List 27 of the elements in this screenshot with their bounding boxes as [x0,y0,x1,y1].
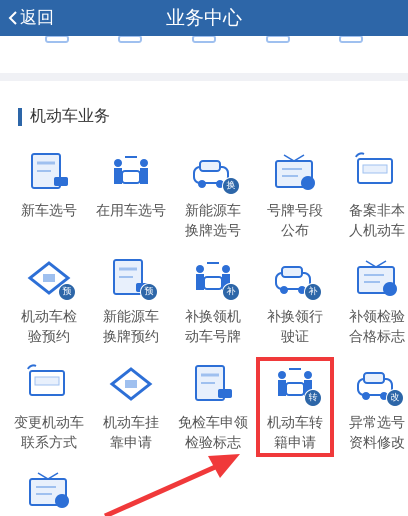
service-button[interactable]: 免检车申领 检验标志 [174,357,252,457]
icon-badge: 转 [304,389,322,407]
section-title: 机动车业务 [30,106,110,127]
service-button[interactable]: 号牌号段 公布 [256,145,334,245]
icon-badge: 补 [304,283,322,301]
service-button[interactable]: 机动车挂 靠申请 [92,357,170,457]
icon-badge: 预 [58,283,76,301]
page-title: 业务中心 [166,6,242,31]
back-icon [8,10,18,26]
service-button[interactable]: 新车选号 [10,145,88,245]
service-button[interactable]: 预 机动车检 验预约 [10,251,88,351]
service-button[interactable]: 转 机动车转 籍申请 [256,357,334,457]
service-button[interactable]: 换 新能源车 换牌选号 [174,145,252,245]
service-button[interactable]: 改 异常选号 资料修改 [338,357,408,457]
icon-badge: 改 [386,389,404,407]
service-button[interactable]: 预 新能源车 换牌预约 [92,251,170,351]
service-button[interactable]: 补 补换领机 动车号牌 [174,251,252,351]
service-button[interactable]: 在用车选号 [92,145,170,245]
service-button[interactable]: 补领检验 合格标志 [338,251,408,351]
icon-badge: 预 [140,283,158,301]
icon-badge: 换 [222,177,240,195]
icon-badge: 补 [222,283,240,301]
service-button[interactable]: 补 补换领行 驶证 [256,251,334,351]
service-button[interactable]: 变更机动车 联系方式 [10,357,88,457]
service-button[interactable]: 备案非本 人机动车 [338,145,408,245]
section-marker [18,108,22,126]
back-button[interactable]: 返回 [6,4,56,31]
